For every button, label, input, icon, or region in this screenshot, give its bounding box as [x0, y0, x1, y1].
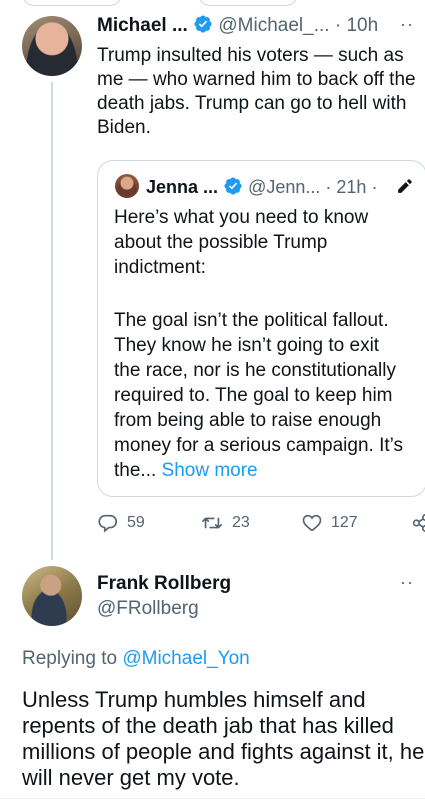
quote-text-line: indictment: — [114, 257, 206, 278]
tweet-text-line: Biden. — [97, 117, 151, 138]
avatar[interactable] — [22, 16, 82, 76]
divider — [0, 798, 425, 799]
quote-body: Here’s what you need to know about the p… — [114, 205, 414, 483]
reply-body: Unless Trump humbles himself and repents… — [22, 687, 425, 791]
quote-header: Jenna ... @Jenn... · 21h · — [146, 175, 377, 199]
separator: · — [325, 177, 332, 197]
author-name[interactable]: Michael ... — [97, 15, 188, 36]
quote-text-line: money for a serious campaign. It’s — [114, 435, 404, 456]
quote-author-name[interactable]: Jenna ... — [146, 177, 218, 197]
quote-text-line: the race, nor is he constitutionally — [114, 360, 396, 381]
more-dots-icon[interactable]: ·· — [400, 14, 414, 35]
previous-tweet-edge — [198, 0, 298, 6]
quote-text-line: about the possible Trump — [114, 232, 328, 253]
tweet-text-line: me — who warned him to back off the — [97, 69, 416, 90]
show-more-link[interactable]: Show more — [162, 460, 258, 481]
more-dots-icon[interactable]: ·· — [400, 572, 414, 593]
reply-text-line: repents of the death jab that has killed — [22, 713, 394, 738]
reply-bubble-icon — [98, 514, 118, 533]
previous-tweet-edge — [22, 0, 122, 6]
author-name[interactable]: Frank Rollberg — [97, 573, 231, 594]
avatar[interactable] — [22, 566, 82, 626]
reply-author-name[interactable]: Frank Rollberg — [97, 572, 231, 596]
quote-avatar[interactable] — [115, 174, 139, 198]
quote-text-line — [114, 280, 414, 305]
tweet-actions: 59 23 127 — [97, 512, 425, 538]
author-handle[interactable]: @FRollberg — [97, 598, 199, 619]
quote-timestamp[interactable]: 21h — [336, 177, 366, 197]
retweet-icon — [202, 517, 222, 529]
quote-text-line: The goal isn’t the political fallout. — [114, 310, 389, 331]
quote-last-line: the... Show more — [114, 458, 414, 483]
tweet-text-line: death jabs. Trump can go to hell with — [97, 93, 407, 114]
like-count: 127 — [331, 514, 358, 531]
separator: · — [334, 15, 342, 36]
share-button[interactable] — [410, 512, 425, 534]
retweet-count: 23 — [232, 514, 250, 531]
replying-to: Replying to @Michael_Yon — [22, 648, 250, 670]
tweet-body: Trump insulted his voters — such as me —… — [97, 44, 416, 140]
verified-badge-icon — [224, 177, 242, 195]
quote-text-line: They know he isn’t going to exit — [114, 335, 380, 356]
reply-button[interactable]: 59 — [97, 512, 145, 534]
verified-badge-icon — [194, 15, 212, 33]
author-handle[interactable]: @Michael_... — [218, 15, 329, 36]
replying-handle-link[interactable]: @Michael_Yon — [122, 648, 249, 669]
timestamp[interactable]: 10h — [346, 15, 378, 36]
reply-text-line: Unless Trump humbles himself and — [22, 687, 366, 712]
quote-text-line: required to. The goal to keep him — [114, 385, 393, 406]
reply-author-handle[interactable]: @FRollberg — [97, 597, 199, 621]
reply-text-line: will never get my vote. — [22, 765, 240, 790]
share-icon — [412, 513, 425, 533]
like-button[interactable]: 127 — [301, 512, 358, 534]
replying-prefix: Replying to — [22, 648, 123, 669]
reply-text-line: millions of people and fights against it… — [22, 739, 425, 764]
quote-author-handle[interactable]: @Jenn... — [248, 177, 320, 197]
pencil-edited-icon — [398, 179, 412, 193]
heart-icon — [302, 514, 322, 532]
reply-count: 59 — [127, 514, 145, 531]
quote-text-line: Here’s what you need to know — [114, 207, 369, 228]
separator: · — [371, 177, 378, 197]
tweet-text-line: Trump insulted his voters — such as — [97, 45, 404, 66]
quote-text-line: from being able to raise enough — [114, 410, 382, 431]
retweet-button[interactable]: 23 — [200, 512, 250, 534]
tweet-header: Michael ... @Michael_... · 10h — [97, 14, 378, 38]
truncated-text: the... — [114, 460, 157, 481]
thread-connector-line — [51, 82, 53, 560]
